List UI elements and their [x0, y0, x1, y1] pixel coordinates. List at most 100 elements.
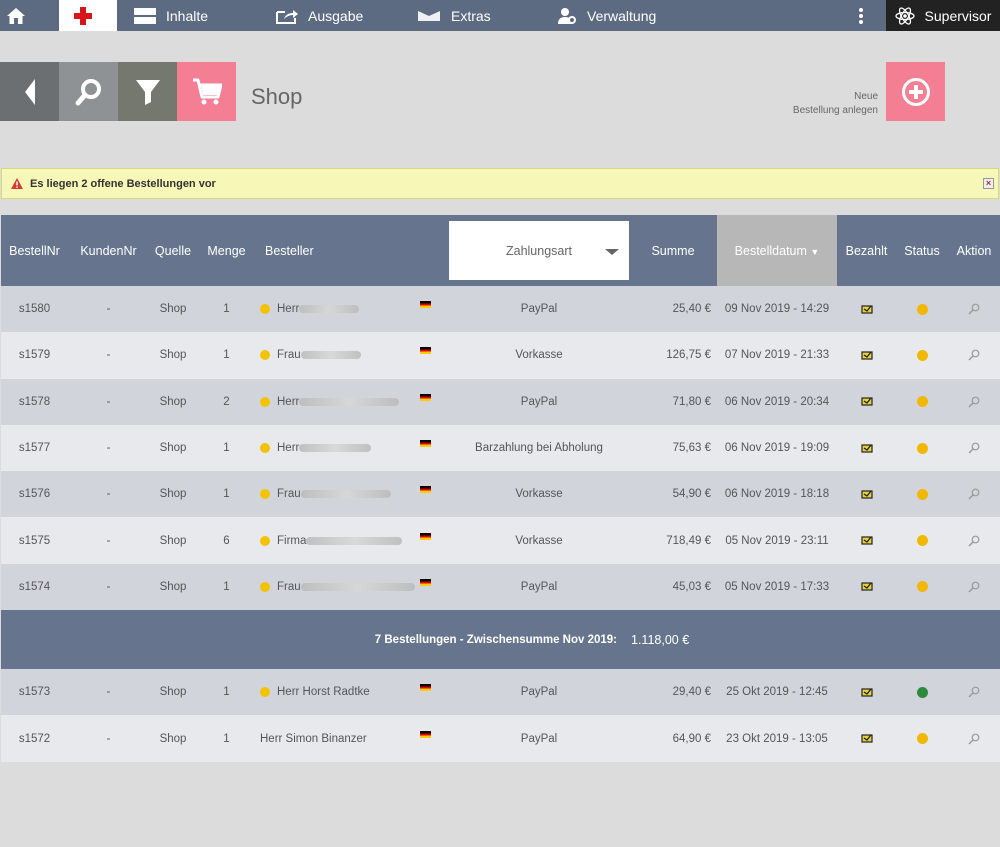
cell-aktion[interactable]	[948, 286, 1000, 333]
bestelldatum-label: Bestelldatum	[734, 243, 807, 258]
cell-status[interactable]	[896, 332, 948, 379]
cell-status[interactable]	[896, 471, 948, 518]
shopping-cart-icon	[192, 78, 222, 104]
export-icon	[276, 9, 298, 24]
cell-status[interactable]	[896, 715, 948, 762]
col-zahlungsart: Zahlungsart	[449, 215, 629, 286]
table-row[interactable]: s1579- Shop 1 Frau Vorkasse 126,75 €07 Nov 20…	[1, 332, 1000, 379]
cell-zahlungsart: Vorkasse	[449, 517, 629, 564]
table-row[interactable]: s1573- Shop 1 Herr Horst Radtke PayPal 29,40 …	[1, 669, 1000, 716]
cell-kundennr: -	[68, 424, 149, 472]
col-quelle[interactable]: Quelle	[149, 215, 197, 286]
cell-datum: 06 Nov 2019 - 20:34	[717, 378, 837, 425]
cell-datum: 05 Nov 2019 - 17:33	[717, 563, 837, 611]
col-aktion[interactable]: Aktion	[948, 215, 1000, 286]
cell-bezahlt[interactable]	[837, 669, 896, 716]
cell-zahlungsart: PayPal	[449, 563, 629, 611]
col-status[interactable]: Status	[896, 215, 948, 286]
col-bestellnr[interactable]: BestellNr	[1, 215, 68, 286]
cell-bezahlt[interactable]	[837, 332, 896, 379]
besteller-name: Frau	[277, 580, 301, 593]
smiley-icon	[260, 350, 270, 361]
col-menge[interactable]: Menge	[197, 215, 256, 286]
cell-quelle: Shop	[149, 563, 197, 611]
home-button[interactable]	[0, 0, 42, 31]
table-row[interactable]: s1580- Shop 1 Herr PayPal 25,40 €09 Nov 2019 …	[1, 286, 1000, 333]
table-row[interactable]: s1572- Shop 1 Herr Simon Binanzer PayPal 64,9…	[1, 715, 1000, 762]
magnifier-icon	[968, 488, 980, 500]
filter-button[interactable]	[118, 62, 177, 121]
table-row[interactable]: s1576- Shop 1 Frau Vorkasse 54,90 €06 Nov 201…	[1, 471, 1000, 518]
new-order-button[interactable]	[886, 62, 945, 121]
cell-bestellnr: s1577	[1, 424, 68, 472]
cell-bezahlt[interactable]	[837, 378, 896, 425]
smiley-icon	[260, 489, 270, 500]
cell-aktion[interactable]	[948, 424, 1000, 472]
user-menu[interactable]: Supervisor	[886, 0, 1000, 31]
col-bezahlt[interactable]: Bezahlt	[837, 215, 896, 286]
cell-besteller: Frau	[256, 563, 449, 611]
cell-bezahlt[interactable]	[837, 517, 896, 564]
cell-aktion[interactable]	[948, 715, 1000, 762]
table-row[interactable]: s1577- Shop 1 Herr Barzahlung bei Abholung 75…	[1, 424, 1000, 472]
cell-summe: 75,63 €	[629, 424, 717, 472]
paid-icon	[860, 305, 873, 314]
besteller-name: Herr Simon Binanzer	[260, 732, 367, 745]
cell-bestellnr: s1578	[1, 378, 68, 425]
cell-aktion[interactable]	[948, 563, 1000, 611]
status-icon	[916, 686, 928, 698]
search-button[interactable]	[59, 62, 118, 121]
cell-zahlungsart: PayPal	[449, 715, 629, 762]
cell-aktion[interactable]	[948, 378, 1000, 425]
cell-bezahlt[interactable]	[837, 286, 896, 333]
col-summe[interactable]: Summe	[629, 215, 717, 286]
cell-bezahlt[interactable]	[837, 424, 896, 472]
table-row[interactable]: s1574- Shop 1 Frau PayPal 45,03 €05 Nov 2019 …	[1, 563, 1000, 611]
flag-germany-icon	[420, 684, 431, 692]
nav-extras[interactable]: Extras	[417, 0, 491, 31]
smiley-icon	[260, 687, 270, 698]
more-menu-icon[interactable]	[855, 0, 877, 31]
col-kundennr[interactable]: KundenNr	[68, 215, 149, 286]
nav-inhalte[interactable]: Inhalte	[134, 0, 208, 31]
cell-status[interactable]	[896, 378, 948, 425]
cell-status[interactable]	[896, 563, 948, 611]
red-cross-icon	[74, 6, 92, 25]
cell-datum: 06 Nov 2019 - 19:09	[717, 424, 837, 472]
cell-bezahlt[interactable]	[837, 563, 896, 611]
zahlungsart-dropdown[interactable]: Zahlungsart	[449, 221, 629, 280]
cell-datum: 06 Nov 2019 - 18:18	[717, 471, 837, 518]
cell-status[interactable]	[896, 424, 948, 472]
table-row[interactable]: s1578- Shop 2 Herr PayPal 71,80 €06 Nov 2019 …	[1, 378, 1000, 425]
back-button[interactable]	[0, 62, 59, 121]
col-besteller[interactable]: Besteller	[256, 215, 449, 286]
nav-verwaltung[interactable]: Verwaltung	[557, 0, 656, 31]
cell-summe: 64,90 €	[629, 715, 717, 762]
cell-aktion[interactable]	[948, 517, 1000, 564]
paid-icon	[860, 490, 873, 499]
cell-status[interactable]	[896, 286, 948, 333]
cell-aktion[interactable]	[948, 669, 1000, 716]
cell-besteller: Frau	[256, 332, 449, 379]
cell-aktion[interactable]	[948, 332, 1000, 379]
close-icon[interactable]: ×	[983, 178, 994, 189]
cell-besteller: Herr	[256, 378, 449, 425]
cell-bezahlt[interactable]	[837, 471, 896, 518]
status-icon	[916, 442, 928, 454]
cell-status[interactable]	[896, 517, 948, 564]
cell-kundennr: -	[68, 332, 149, 379]
cart-button[interactable]	[177, 62, 236, 121]
first-aid-tab[interactable]	[59, 0, 117, 31]
nav-inhalte-label: Inhalte	[166, 7, 209, 24]
cell-aktion[interactable]	[948, 471, 1000, 518]
table-row[interactable]: s1575- Shop 6 Firma Vorkasse 718,49 €05 Nov 2…	[1, 517, 1000, 564]
nav-ausgabe[interactable]: Ausgabe	[276, 0, 363, 31]
cell-status[interactable]	[896, 669, 948, 716]
cell-summe: 25,40 €	[629, 286, 717, 333]
smiley-icon	[260, 396, 270, 407]
redacted-name	[300, 351, 361, 360]
cell-bezahlt[interactable]	[837, 715, 896, 762]
warning-icon	[11, 178, 23, 189]
cell-quelle: Shop	[149, 332, 197, 379]
col-bestelldatum[interactable]: Bestelldatum ▼	[717, 215, 837, 286]
